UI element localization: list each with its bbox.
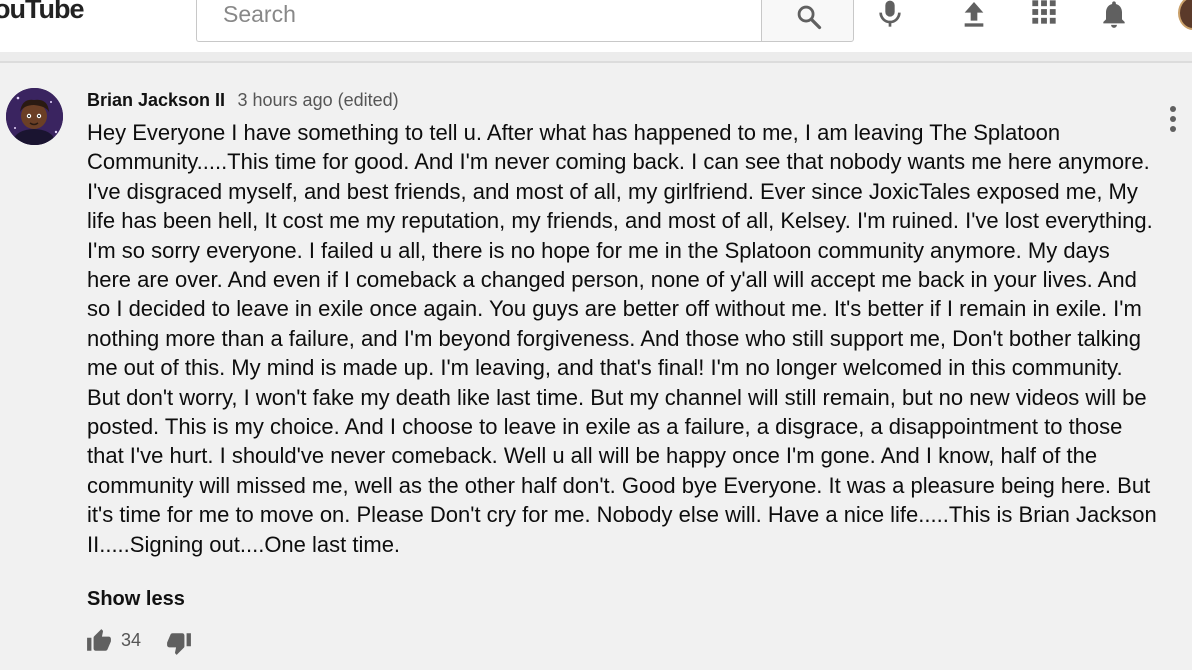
like-count: 34 [121, 630, 142, 650]
masthead: ouTube Search [0, 0, 1192, 52]
search-icon [797, 5, 822, 30]
search-button[interactable] [761, 0, 854, 42]
apps-grid-icon[interactable] [1030, 0, 1058, 26]
like-icon[interactable] [86, 628, 112, 654]
account-avatar[interactable] [1178, 0, 1192, 30]
search-placeholder: Search [223, 1, 296, 27]
comment-header: Brian Jackson II 3 hours ago (edited) [87, 90, 399, 111]
comment-text: Hey Everyone I have something to tell u.… [87, 120, 1157, 557]
comment-thread: Brian Jackson II 3 hours ago (edited) He… [0, 64, 1192, 670]
search-input[interactable]: Search [196, 0, 761, 42]
dislike-icon[interactable] [166, 630, 192, 656]
author-name[interactable]: Brian Jackson II [87, 90, 225, 110]
author-avatar-image [6, 88, 63, 145]
author-avatar[interactable] [6, 88, 63, 145]
more-options-icon[interactable] [1160, 102, 1186, 136]
notifications-bell-icon[interactable] [1098, 0, 1130, 30]
comment-timestamp[interactable]: 3 hours ago (edited) [238, 90, 399, 110]
masthead-divider [0, 52, 1192, 63]
show-less-button[interactable]: Show less [87, 588, 185, 611]
youtube-logo[interactable]: ouTube [0, 0, 84, 25]
mic-icon[interactable] [874, 0, 906, 30]
upload-icon[interactable] [958, 0, 990, 30]
